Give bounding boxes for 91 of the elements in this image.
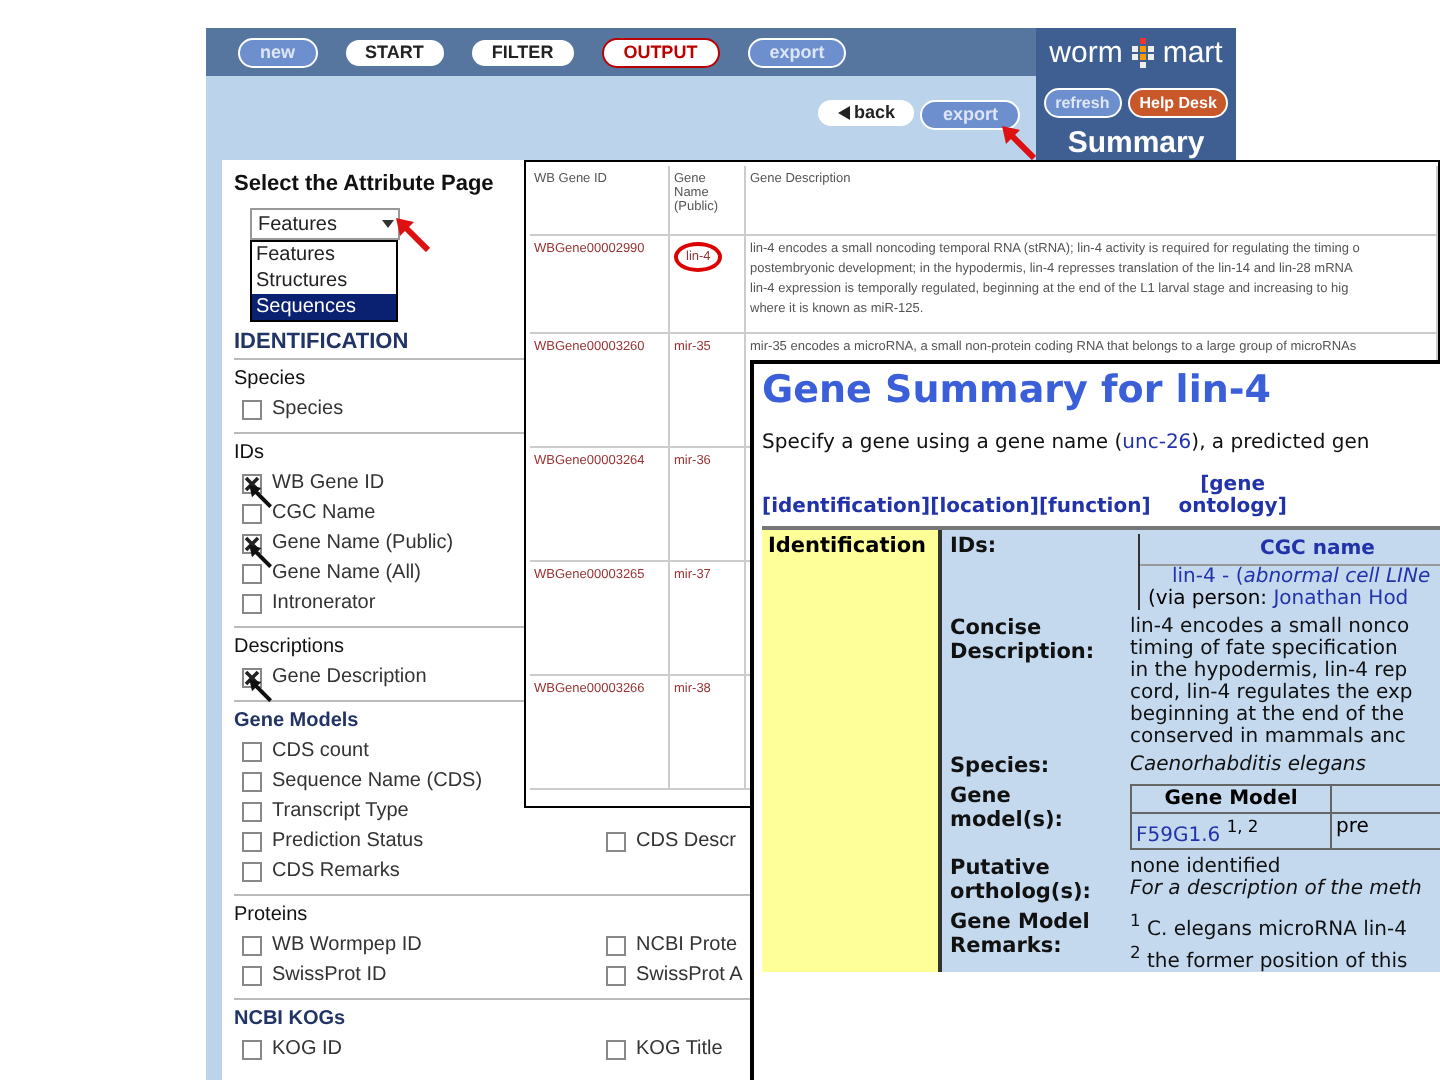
field-label: Species: [950,754,1052,778]
group-title: Proteins [234,904,308,926]
section-link[interactable]: [location] [930,496,1039,518]
checkbox[interactable] [242,935,262,955]
attribute-page-select[interactable]: Features [250,208,400,240]
remark-text: $^{2}$ the former position of this [1130,941,1410,972]
checkbox[interactable] [242,593,262,613]
attribute-label: Gene Name (Public) [272,532,454,554]
group-title: Descriptions [234,636,345,658]
dropdown-option[interactable]: Structures [252,268,396,294]
field-value: in the hypodermis, lin-4 rep [1130,660,1410,682]
attribute-label: CDS count [272,740,369,762]
field-value: cord, lin-4 regulates the exp [1130,682,1415,704]
attribute-label: KOG Title [636,1038,723,1060]
back-triangle-icon [837,106,850,120]
field-label: Gene model(s): [950,784,1065,836]
checkbox[interactable] [242,563,262,583]
checkbox[interactable] [606,935,626,955]
checkbox[interactable] [606,831,626,851]
attribute-label: CGC Name [272,502,376,524]
field-value: lin-4 encodes a small nonco [1130,616,1412,638]
field-label: Putative ortholog(s): [950,856,1093,905]
example-link[interactable]: unc-26 [1122,432,1192,454]
dropdown-option[interactable]: Features [252,242,396,268]
field-value: Caenorhabditis elegans [1130,754,1368,776]
nav-button[interactable]: OUTPUT [601,37,720,67]
attribute-label: Intronerator [272,592,376,614]
field-label: Gene Model Remarks: [950,910,1092,963]
attribute-label: CDS Remarks [272,860,400,882]
attribute-label: CDS Descr [636,830,737,852]
checkbox[interactable] [242,741,262,761]
group-title: Gene Models [234,710,359,732]
checkbox[interactable] [242,503,262,523]
source-text: (via person: Jonathan Hod [1146,588,1411,610]
field-label: Concise Description: [950,616,1097,668]
logo-text: worm [1049,35,1123,69]
table-cell-text: pre [1334,814,1371,842]
section-link[interactable]: [function] [1038,496,1151,518]
page-title: Gene Summary for lin-4 [762,368,1273,412]
column-header: Gene Model [1132,786,1332,814]
attribute-label: KOG ID [272,1038,343,1060]
logo-text: mart [1162,35,1223,69]
column-header: CGC name [1140,534,1440,566]
group-title: Species [234,368,306,390]
intro-text: Specify a gene using a gene name (unc-26), a predicted gen [762,432,1372,454]
gene-model-link[interactable]: F59G1.6 [1136,824,1221,847]
attribute-label: Transcript Type [272,800,409,822]
nav-button[interactable]: FILTER [471,39,574,65]
field-value: For a description of the meth [1130,878,1424,901]
section-label: Identification [768,534,927,558]
attribute-label: SwissProt ID [272,964,387,986]
gene-name-text: lin-4 - (abnormal cell LINe [1170,566,1433,588]
group-title: NCBI KOGs [234,1008,346,1030]
person-link[interactable]: Jonathan Hod [1273,588,1409,610]
caret-icon [382,220,394,228]
panel-title: Summary [1067,126,1205,160]
back-button[interactable]: back [817,100,915,126]
attribute-label: Prediction Status [272,830,424,852]
checkbox[interactable] [242,801,262,821]
checkbox[interactable] [606,1039,626,1059]
field-label: IDs: [950,534,999,562]
checkbox[interactable] [242,965,262,985]
checkbox[interactable] [242,1039,262,1059]
attribute-label: NCBI Prote [636,934,738,956]
attribute-label: Sequence Name (CDS) [272,770,483,792]
footnote-mark: 1, 2 [1226,816,1259,836]
section-link[interactable]: [gene ontology] [1174,474,1291,518]
checkbox[interactable] [242,771,262,791]
group-title: IDs [234,442,264,464]
remark-text: $^{1}$ C. elegans microRNA lin-4 [1130,910,1409,942]
checkbox[interactable] [606,965,626,985]
field-value: timing of fate specification [1130,638,1400,660]
nav-button[interactable]: START [345,39,444,65]
field-value: beginning at the end of the [1130,704,1405,726]
field-value: none identified [1130,856,1281,879]
section-link[interactable]: [identification] [762,496,931,518]
attribute-label: Species [272,398,344,420]
attribute-page-title: Select the Attribute Page [234,172,494,196]
checkbox[interactable] [242,861,262,881]
attribute-label: Gene Name (All) [272,562,421,584]
attribute-label: Gene Description [272,666,427,688]
field-value: conserved in mammals anc [1130,726,1408,748]
checkbox[interactable] [242,831,262,851]
attribute-label: WB Wormpep ID [272,934,422,956]
attribute-label: SwissProt A [636,964,743,986]
section-heading: IDENTIFICATION [234,330,409,354]
checkbox[interactable] [242,399,262,419]
attribute-label: WB Gene ID [272,472,385,494]
logo-dots-icon [1126,36,1159,68]
side-button[interactable]: Help Desk [1127,88,1229,118]
dropdown-option[interactable]: Sequences [252,294,396,320]
